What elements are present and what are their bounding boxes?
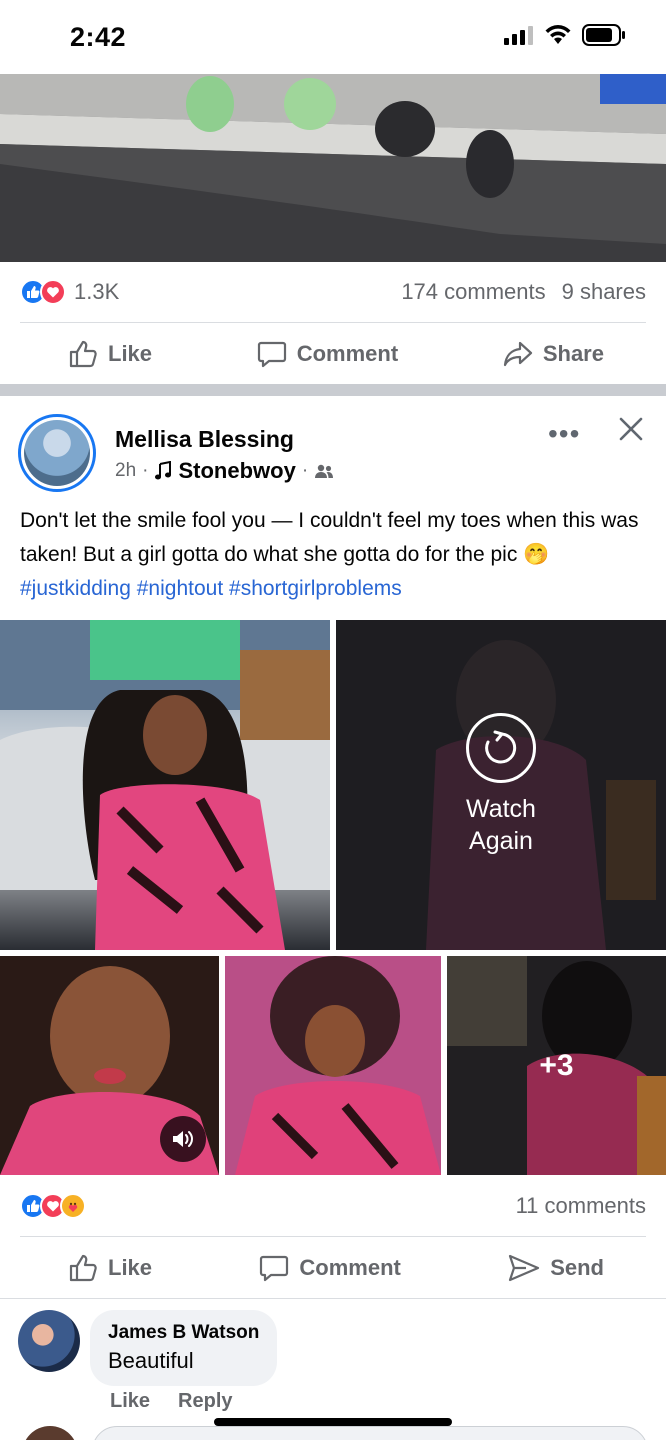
send-label: Send (550, 1255, 604, 1280)
post-meta: 2h · Stonebwoy · (115, 458, 334, 484)
post-comments-count[interactable]: 11 comments (516, 1193, 646, 1219)
author-avatar[interactable] (18, 414, 96, 492)
comment-icon (260, 1255, 289, 1282)
reaction-count[interactable]: 1.3K (74, 279, 119, 305)
like-button[interactable]: Like (68, 339, 152, 369)
shares-count[interactable]: 9 shares (562, 279, 646, 305)
post-text: Don't let the smile fool you — I couldn'… (20, 504, 650, 606)
comment-bubble[interactable]: James B Watson Beautiful (90, 1310, 278, 1386)
battery-icon (582, 24, 625, 46)
next-commenter-avatar[interactable] (22, 1426, 78, 1440)
comment-text: Beautiful (108, 1348, 194, 1373)
signal-icon (504, 26, 533, 45)
status-time: 2:42 (70, 22, 127, 52)
status-bar: 2:42 (0, 0, 666, 74)
post-photo-1[interactable] (0, 620, 330, 950)
speaker-icon (173, 1131, 193, 1147)
hashtag[interactable]: #shortgirlproblems (229, 577, 402, 600)
more-photos-overlay[interactable]: +3 (447, 956, 666, 1175)
comment-actions: Like Reply (110, 1390, 233, 1413)
post-like-button[interactable]: Like (68, 1253, 152, 1283)
comment-input[interactable] (92, 1426, 648, 1440)
share-icon (503, 341, 532, 367)
home-indicator[interactable] (214, 1418, 452, 1426)
post-body: Don't let the smile fool you — I couldn'… (20, 509, 639, 566)
music-note-icon (155, 461, 172, 480)
post-comment-button[interactable]: Comment (259, 1253, 401, 1283)
close-icon[interactable] (616, 414, 646, 444)
hashtag[interactable]: #nightout (137, 577, 223, 600)
comment-label: Comment (299, 1255, 401, 1280)
hashtag[interactable]: #justkidding (20, 577, 131, 600)
volume-button[interactable] (160, 1116, 206, 1162)
like-label: Like (108, 341, 153, 366)
thumbs-up-icon (69, 340, 97, 368)
divider (0, 1298, 666, 1299)
post-reaction-bar: 11 comments (0, 1176, 666, 1236)
post-header: Mellisa Blessing 2h · Stonebwoy · ••• (0, 396, 666, 500)
status-icons (504, 24, 626, 46)
friends-audience-icon (315, 464, 334, 478)
top-post-actions: Like Comment Share (0, 323, 666, 385)
commenter-name[interactable]: James B Watson (108, 1322, 259, 1344)
care-reaction-icon (60, 1193, 86, 1219)
post-time[interactable]: 2h (115, 460, 136, 482)
replay-icon (466, 713, 536, 783)
post-photo-3[interactable] (225, 956, 441, 1175)
song-link[interactable]: Stonebwoy (178, 458, 295, 484)
comment-like-button[interactable]: Like (110, 1390, 150, 1413)
reaction-icons[interactable] (20, 279, 66, 305)
post-send-button[interactable]: Send (508, 1253, 604, 1283)
share-label: Share (542, 341, 604, 366)
comments-count[interactable]: 174 comments (401, 279, 545, 305)
author-name[interactable]: Mellisa Blessing (115, 426, 294, 453)
comment-label: Comment (296, 341, 399, 366)
comment-reply-button[interactable]: Reply (178, 1390, 232, 1413)
more-options-button[interactable]: ••• (548, 418, 580, 450)
like-label: Like (108, 1255, 153, 1280)
send-icon (509, 1254, 540, 1282)
post-reaction-icons[interactable] (20, 1193, 86, 1219)
feed-separator (0, 384, 666, 396)
previous-post-photo[interactable] (0, 74, 666, 262)
top-post-reaction-bar: 1.3K 174 comments 9 shares (0, 262, 666, 322)
thumbs-up-icon (69, 1254, 97, 1282)
share-button[interactable]: Share (503, 339, 604, 369)
commenter-avatar[interactable] (18, 1310, 80, 1372)
love-reaction-icon (40, 279, 66, 305)
comment-button[interactable]: Comment (257, 339, 398, 369)
wifi-icon (545, 25, 571, 44)
watch-again-label: Watch Again (466, 795, 536, 855)
post-actions: Like Comment Send (0, 1237, 666, 1299)
comment-icon (257, 341, 286, 368)
watch-again-overlay[interactable]: Watch Again (336, 620, 666, 950)
